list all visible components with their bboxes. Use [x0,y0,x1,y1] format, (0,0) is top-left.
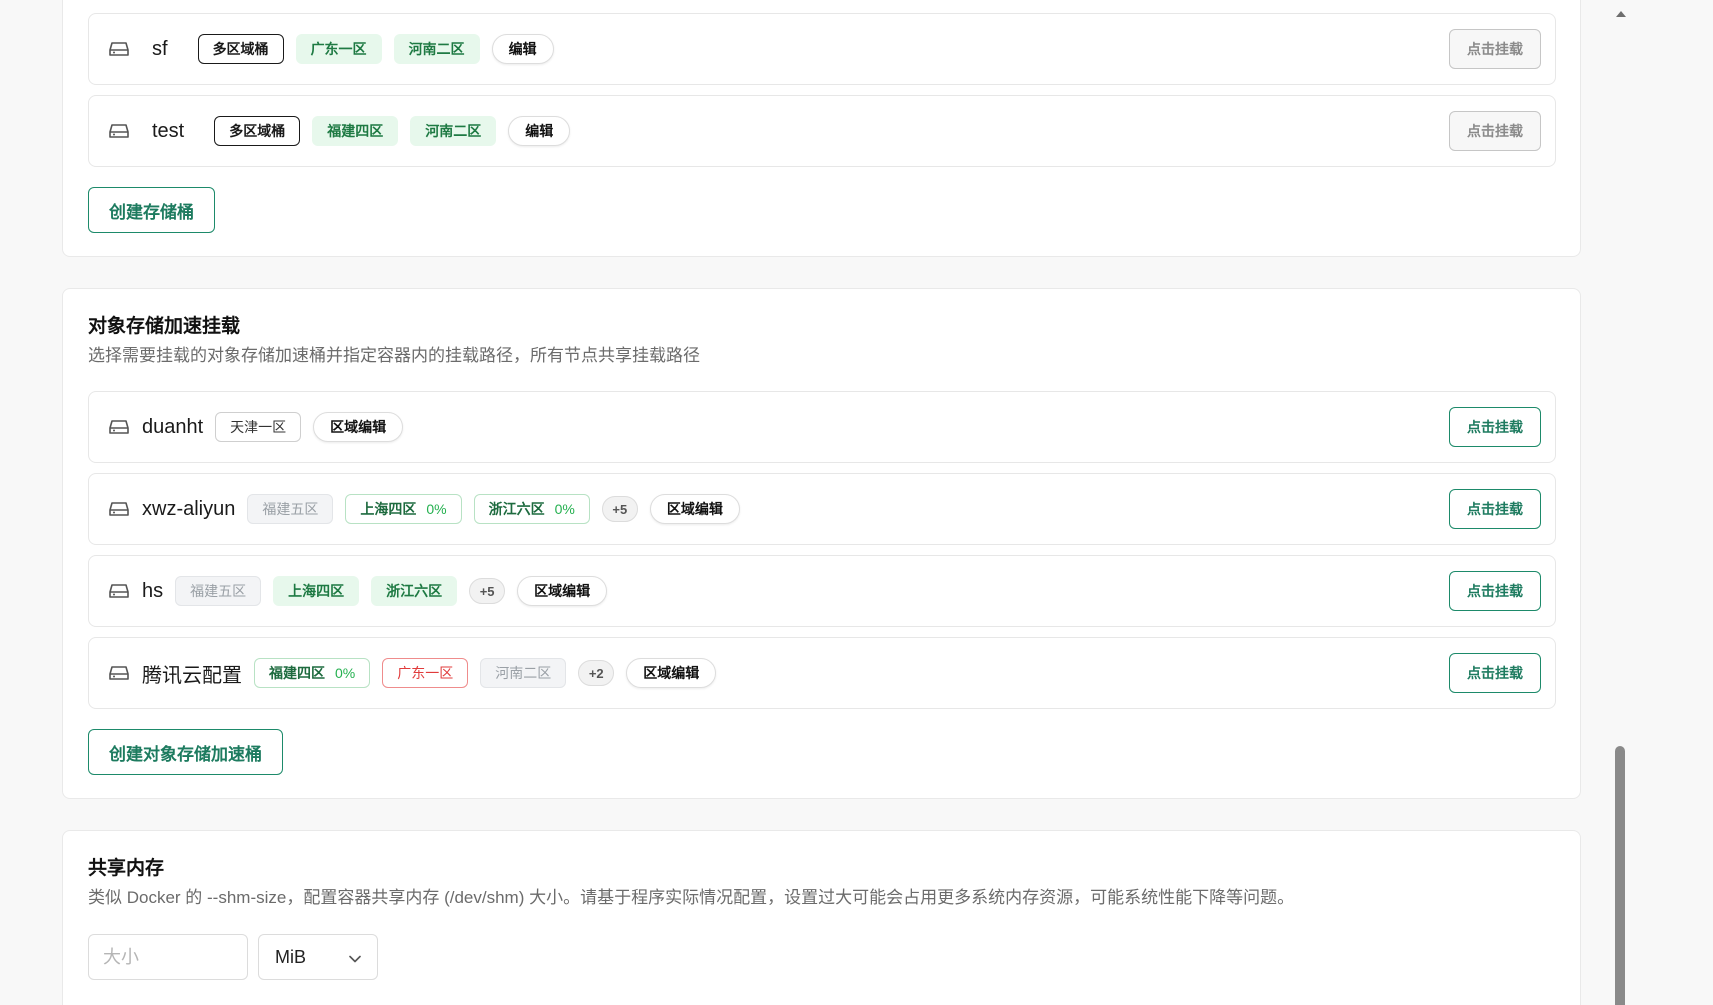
region-label: 福建四区 [269,665,325,681]
chevron-down-icon [349,947,361,968]
accel-bucket-row: 腾讯云配置 福建四区 0% 广东一区 河南二区 +2 区域编辑 点击挂载 [88,637,1556,709]
region-tags: 福建五区 上海四区 浙江六区 +5 区域编辑 [175,576,608,606]
section-title: 对象存储加速挂载 [88,316,241,337]
bucket-row: sf 多区域桶 广东一区 河南二区 编辑 点击挂载 [88,13,1556,85]
mount-button[interactable]: 点击挂载 [1449,489,1541,529]
section-description: 类似 Docker 的 --shm-size，配置容器共享内存 (/dev/sh… [88,888,1295,907]
region-tag: 河南二区 [480,658,567,688]
more-regions-count[interactable]: +5 [601,496,638,522]
shared-memory-card: 共享内存 类似 Docker 的 --shm-size，配置容器共享内存 (/d… [62,830,1581,1005]
hard-drive-icon [108,498,130,520]
create-bucket-button[interactable]: 创建存储桶 [88,187,215,233]
scrollbar-thumb[interactable] [1615,746,1625,1005]
region-tag: 福建四区 [312,116,399,146]
bucket-name: sf [152,37,168,60]
region-tag: 福建四区 0% [254,658,371,688]
region-tag: 福建五区 [247,494,334,524]
accel-bucket-row: hs 福建五区 上海四区 浙江六区 +5 区域编辑 点击挂载 [88,555,1556,627]
mount-button[interactable]: 点击挂载 [1449,111,1541,151]
shm-unit-select[interactable]: MiB [258,934,378,980]
region-tag: 上海四区 [273,576,360,606]
bucket-name: test [152,119,185,142]
section-description: 选择需要挂载的对象存储加速桶并指定容器内的挂载路径，所有节点共享挂载路径 [88,346,700,365]
bucket-name: 腾讯云配置 [142,664,242,687]
mount-button[interactable]: 点击挂载 [1449,29,1541,69]
region-edit-button[interactable]: 区域编辑 [649,494,740,524]
region-tag: 上海四区 0% [345,494,462,524]
region-tag: 广东一区 [295,34,382,64]
scroll-up-arrow-icon[interactable] [1616,11,1626,17]
edit-button[interactable]: 编辑 [491,34,554,64]
page: sf 多区域桶 广东一区 河南二区 编辑 点击挂载 test 多区域桶 福建四区… [0,0,1713,1005]
more-regions-count[interactable]: +5 [469,578,506,604]
region-tags: 福建五区 上海四区 0% 浙江六区 0% +5 区域编辑 [247,494,740,524]
region-tag: 福建五区 [175,576,262,606]
bucket-name: hs [142,579,164,602]
hard-drive-icon [108,662,130,684]
mount-button[interactable]: 点击挂载 [1449,407,1541,447]
region-percent: 0% [554,501,575,517]
hard-drive-icon [108,416,130,438]
region-edit-button[interactable]: 区域编辑 [313,412,404,442]
buckets-card: sf 多区域桶 广东一区 河南二区 编辑 点击挂载 test 多区域桶 福建四区… [62,0,1581,257]
bucket-row: test 多区域桶 福建四区 河南二区 编辑 点击挂载 [88,95,1556,167]
hard-drive-icon [108,38,130,60]
bucket-tags: 多区域桶 福建四区 河南二区 编辑 [214,116,571,146]
unit-value: MiB [275,946,306,967]
region-label: 上海四区 [360,501,417,517]
region-tag: 浙江六区 [371,576,458,606]
multi-region-tag: 多区域桶 [197,34,284,64]
accel-mount-card: 对象存储加速挂载 选择需要挂载的对象存储加速桶并指定容器内的挂载路径，所有节点共… [62,288,1581,799]
region-tag: 浙江六区 0% [473,494,590,524]
region-percent: 0% [335,665,356,681]
region-edit-button[interactable]: 区域编辑 [517,576,608,606]
region-tag: 天津一区 [215,412,302,442]
accel-bucket-row: duanht 天津一区 区域编辑 点击挂载 [88,391,1556,463]
multi-region-tag: 多区域桶 [214,116,301,146]
bucket-name: xwz-aliyun [142,497,236,520]
region-percent: 0% [426,501,447,517]
region-tags: 福建四区 0% 广东一区 河南二区 +2 区域编辑 [254,658,717,688]
hard-drive-icon [108,580,130,602]
region-tag-error: 广东一区 [382,658,469,688]
shm-size-input[interactable] [88,934,248,980]
mount-button[interactable]: 点击挂载 [1449,571,1541,611]
mount-button[interactable]: 点击挂载 [1449,653,1541,693]
edit-button[interactable]: 编辑 [508,116,571,146]
region-label: 浙江六区 [488,501,545,517]
region-tag: 河南二区 [393,34,480,64]
create-accel-bucket-button[interactable]: 创建对象存储加速桶 [88,729,283,775]
accel-bucket-row: xwz-aliyun 福建五区 上海四区 0% 浙江六区 0% +5 区域编辑 点击… [88,473,1556,545]
bucket-name: duanht [142,415,204,438]
more-regions-count[interactable]: +2 [578,660,615,686]
section-title: 共享内存 [88,858,165,879]
region-tags: 天津一区 区域编辑 [215,412,404,442]
region-tag: 河南二区 [410,116,497,146]
bucket-tags: 多区域桶 广东一区 河南二区 编辑 [197,34,554,64]
hard-drive-icon [108,120,130,142]
region-edit-button[interactable]: 区域编辑 [626,658,717,688]
